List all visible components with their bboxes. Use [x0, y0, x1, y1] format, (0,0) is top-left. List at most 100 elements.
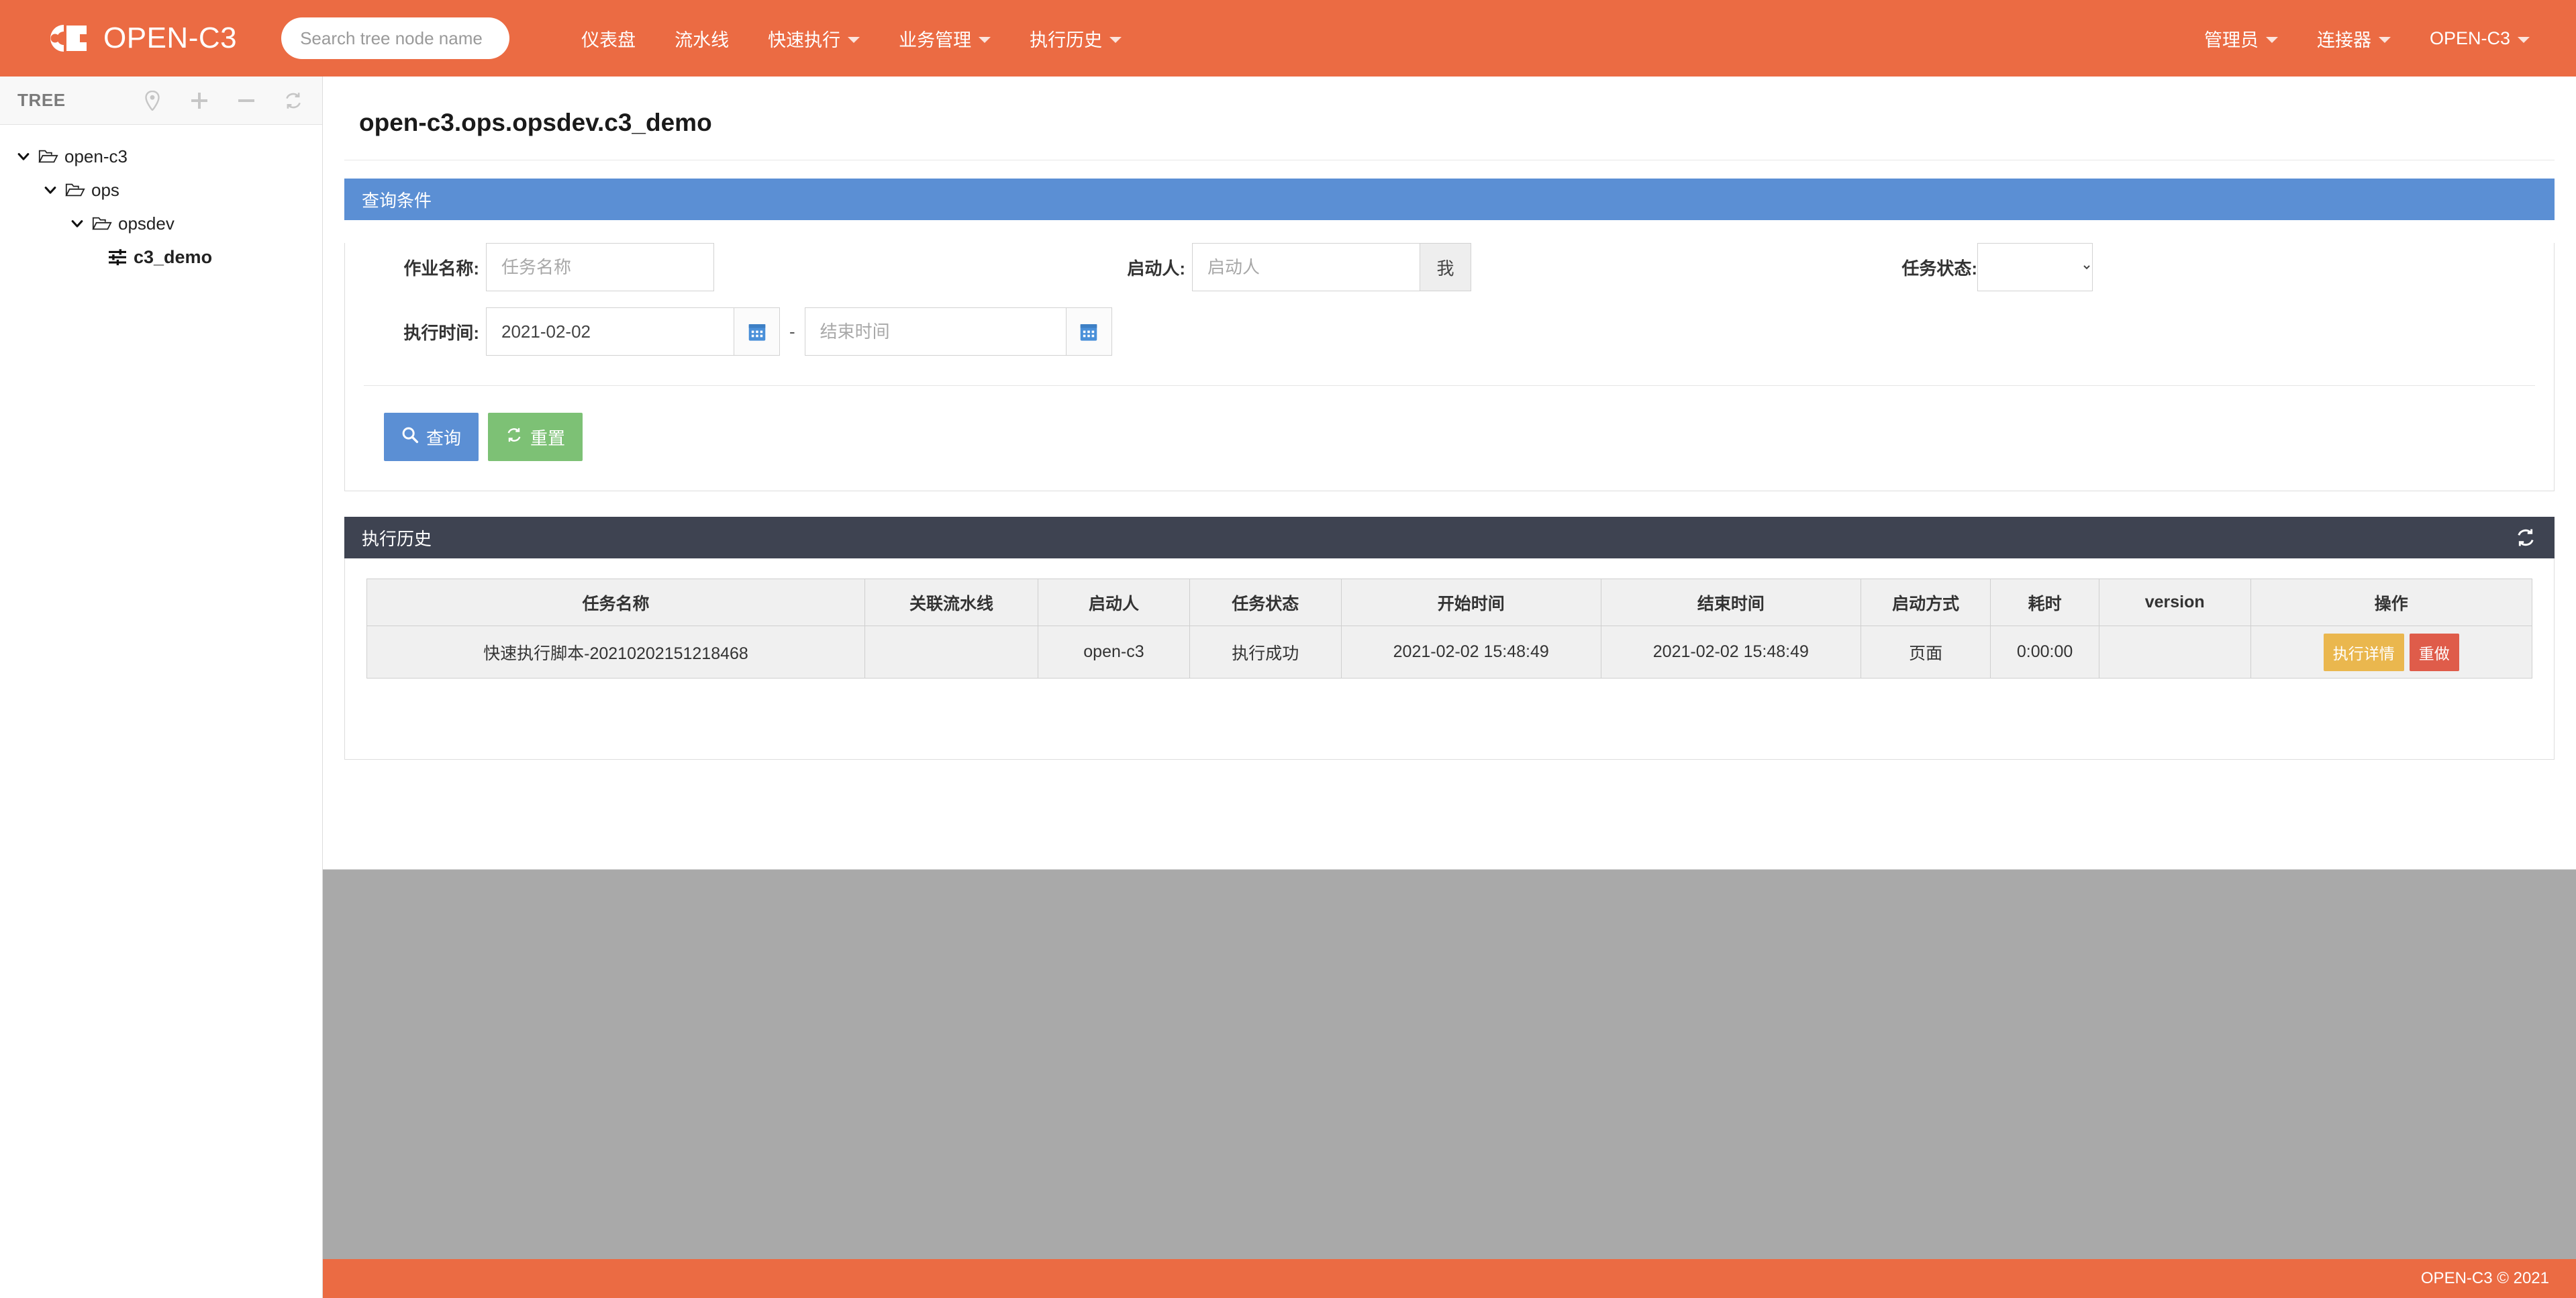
- chevron-down-icon: [2518, 36, 2530, 43]
- search-icon: [401, 426, 419, 448]
- chevron-down-icon: [2378, 36, 2391, 43]
- exec-time-end-group: [804, 307, 1112, 356]
- calendar-icon-start[interactable]: [734, 307, 780, 356]
- brand[interactable]: OPEN-C3: [42, 18, 237, 58]
- tree-node-open-c3[interactable]: open-c3: [0, 140, 322, 173]
- table-bottom-spacer: [366, 679, 2532, 759]
- footer-copyright: OPEN-C3 © 2021: [2420, 1269, 2549, 1287]
- field-exec-time: 执行时间: -: [345, 307, 1112, 356]
- exec-time-start-group: [486, 307, 780, 356]
- content-area: open-c3.ops.opsdev.c3_demo 查询条件 作业名称: 启动…: [323, 77, 2576, 870]
- task-status-select[interactable]: [1977, 243, 2093, 291]
- nav-item-quick-exec[interactable]: 快速执行: [748, 0, 879, 77]
- date-range-separator: -: [789, 321, 795, 342]
- tree-node-opsdev[interactable]: opsdev: [0, 207, 322, 240]
- tree-node-label: c3_demo: [134, 246, 213, 267]
- cell-version: [2098, 626, 2251, 679]
- reset-button[interactable]: 重置: [488, 413, 583, 461]
- redo-button[interactable]: 重做: [2409, 633, 2459, 671]
- history-panel-title: 执行历史: [362, 528, 432, 549]
- exec-time-end-input[interactable]: [804, 307, 1067, 356]
- history-refresh-icon[interactable]: [2514, 526, 2537, 549]
- search-button-label: 查询: [426, 428, 462, 448]
- tree-node-c3-demo[interactable]: c3_demo: [0, 240, 322, 274]
- nav-left-menu: 仪表盘 流水线 快速执行 业务管理 执行历史: [562, 0, 1141, 77]
- chevron-down-icon[interactable]: [42, 181, 59, 199]
- col-task-name: 任务名称: [366, 579, 865, 626]
- chevron-down-icon: [979, 36, 991, 43]
- tree-node-label: open-c3: [64, 146, 128, 166]
- table-row[interactable]: 快速执行脚本-20210202151218468 open-c3 执行成功 20…: [366, 626, 2533, 679]
- task-status-label: 任务状态:: [1901, 258, 1977, 279]
- history-panel-body: 任务名称 关联流水线 启动人 任务状态 开始时间 结束时间 启动方式 耗时 ve…: [344, 558, 2555, 760]
- nav-item-label: 流水线: [675, 30, 730, 50]
- refresh-icon[interactable]: [283, 91, 303, 111]
- exec-detail-button[interactable]: 执行详情: [2323, 633, 2404, 671]
- nav-item-exec-history[interactable]: 执行历史: [1010, 0, 1141, 77]
- chevron-down-icon: [848, 36, 860, 43]
- exec-time-start-input[interactable]: [486, 307, 734, 356]
- tree-node-ops[interactable]: ops: [0, 173, 322, 207]
- nav-item-business-mgmt[interactable]: 业务管理: [879, 0, 1010, 77]
- nav-item-label: 执行历史: [1030, 30, 1103, 50]
- field-task-status: 任务状态:: [1875, 243, 2093, 291]
- tree-header: TREE: [0, 77, 322, 125]
- top-navbar: OPEN-C3 仪表盘 流水线 快速执行 业务管理 执行历史 管理员 连接器: [0, 0, 2576, 77]
- nav-item-dashboard[interactable]: 仪表盘: [562, 0, 655, 77]
- tree-body: open-c3 ops opsdev c3_demo: [0, 125, 322, 274]
- location-pin-icon[interactable]: [142, 90, 162, 111]
- folder-open-icon: [65, 181, 85, 199]
- nav-item-label: 管理员: [2203, 30, 2259, 50]
- tree-title: TREE: [17, 90, 66, 110]
- chevron-down-icon: [1109, 36, 1122, 43]
- nav-item-label: OPEN-C3: [2429, 28, 2510, 48]
- cell-starter: open-c3: [1038, 626, 1190, 679]
- nav-item-label: 连接器: [2316, 30, 2371, 50]
- page-footer: OPEN-C3 © 2021: [323, 1259, 2576, 1298]
- query-form-row-2: 执行时间: -: [345, 307, 2554, 356]
- nav-item-pipeline[interactable]: 流水线: [655, 0, 748, 77]
- nav-item-user-menu[interactable]: OPEN-C3: [2410, 0, 2549, 77]
- cell-end-time: 2021-02-02 15:48:49: [1600, 626, 1861, 679]
- query-action-row: 查询 重置: [345, 386, 2554, 491]
- execution-history-table: 任务名称 关联流水线 启动人 任务状态 开始时间 结束时间 启动方式 耗时 ve…: [366, 579, 2533, 679]
- plus-icon[interactable]: [189, 91, 209, 111]
- cell-status: 执行成功: [1189, 626, 1342, 679]
- col-starter: 启动人: [1038, 579, 1190, 626]
- chevron-down-icon[interactable]: [68, 215, 86, 232]
- c3-logo-icon: [42, 18, 94, 58]
- job-name-input[interactable]: [486, 243, 714, 291]
- search-button[interactable]: 查询: [384, 413, 479, 461]
- job-name-label: 作业名称:: [403, 258, 479, 279]
- starter-me-button[interactable]: 我: [1420, 243, 1471, 291]
- nav-item-admin[interactable]: 管理员: [2185, 0, 2297, 77]
- col-trigger: 启动方式: [1860, 579, 1991, 626]
- history-panel-header: 执行历史: [344, 517, 2555, 558]
- col-status: 任务状态: [1189, 579, 1342, 626]
- refresh-icon: [505, 426, 523, 448]
- page-title: open-c3.ops.opsdev.c3_demo: [344, 77, 2555, 160]
- nav-right-menu: 管理员 连接器 OPEN-C3: [2185, 0, 2549, 77]
- nav-item-connector[interactable]: 连接器: [2297, 0, 2410, 77]
- query-panel-header: 查询条件: [344, 179, 2555, 220]
- sidebar-tree-panel: TREE open-c3 ops opsdev c3_demo: [0, 77, 323, 1298]
- main-content: open-c3.ops.opsdev.c3_demo 查询条件 作业名称: 启动…: [323, 77, 2576, 1298]
- folder-open-icon: [92, 215, 112, 232]
- history-table-wrapper: 任务名称 关联流水线 启动人 任务状态 开始时间 结束时间 启动方式 耗时 ve…: [345, 558, 2554, 759]
- col-pipeline: 关联流水线: [864, 579, 1039, 626]
- exec-time-label: 执行时间:: [403, 322, 479, 343]
- minus-icon[interactable]: [236, 91, 256, 111]
- table-body: 快速执行脚本-20210202151218468 open-c3 执行成功 20…: [366, 626, 2533, 679]
- table-header-row: 任务名称 关联流水线 启动人 任务状态 开始时间 结束时间 启动方式 耗时 ve…: [366, 579, 2533, 626]
- col-duration: 耗时: [1990, 579, 2099, 626]
- sliders-icon: [107, 248, 128, 266]
- search-input[interactable]: [281, 17, 510, 59]
- query-form-row-1: 作业名称: 启动人: 我 任务状态:: [345, 243, 2554, 291]
- starter-input[interactable]: [1192, 243, 1420, 291]
- nav-item-label: 业务管理: [899, 30, 972, 50]
- calendar-icon-end[interactable]: [1066, 307, 1112, 356]
- chevron-down-icon[interactable]: [15, 148, 32, 165]
- tree-actions: [142, 90, 303, 111]
- field-job-name: 作业名称:: [345, 243, 1103, 291]
- cell-task-name: 快速执行脚本-20210202151218468: [366, 626, 865, 679]
